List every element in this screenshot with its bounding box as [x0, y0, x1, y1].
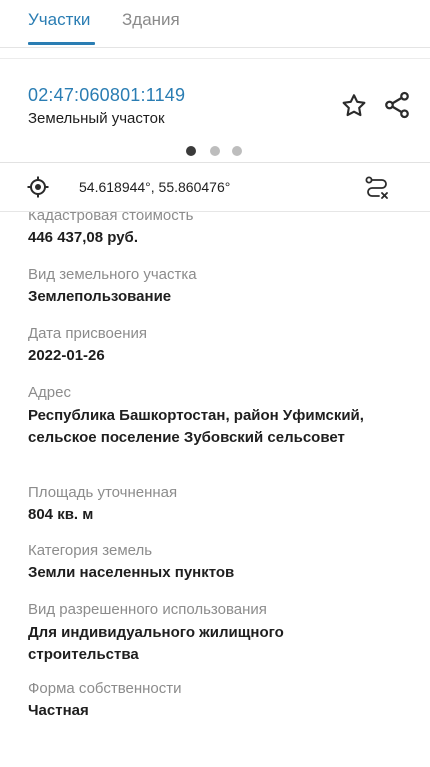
- property-value: Для индивидуального жилищного строительс…: [28, 624, 284, 663]
- object-type-label: Земельный участок: [28, 110, 165, 127]
- property-label: Форма собственности: [28, 680, 182, 697]
- property-value: 2022-01-26: [28, 347, 105, 364]
- cadastral-number-link[interactable]: 02:47:060801:1149: [28, 84, 185, 106]
- crosshair-icon[interactable]: [26, 175, 50, 199]
- pager-dot-active[interactable]: [186, 146, 196, 156]
- tab-parcels[interactable]: Участки: [28, 10, 90, 30]
- property-label: Вид земельного участка: [28, 266, 197, 283]
- property-value: Землепользование: [28, 288, 172, 305]
- route-icon[interactable]: [362, 173, 392, 203]
- property-value: Республика Башкортостан, район Уфимский,…: [28, 407, 364, 446]
- property-list: Кадастровая стоимость 446 437,08 руб. Ви…: [0, 212, 430, 767]
- property-area: Площадь уточненная 804 кв. м: [28, 483, 408, 525]
- property-cadastral-value: Кадастровая стоимость 446 437,08 руб.: [28, 212, 408, 248]
- card-top-edge: [0, 58, 430, 59]
- active-tab-indicator: [28, 42, 95, 45]
- tab-buildings[interactable]: Здания: [122, 10, 180, 30]
- property-label: Вид разрешенного использования: [28, 601, 267, 618]
- share-icon[interactable]: [382, 90, 412, 120]
- property-value: Земли населенных пунктов: [28, 564, 235, 581]
- property-land-category: Категория земель Земли населенных пункто…: [28, 541, 408, 583]
- coordinates-row: 54.618944°, 55.860476°: [0, 163, 430, 211]
- property-label: Дата присвоения: [28, 325, 147, 342]
- property-assignment-date: Дата присвоения 2022-01-26: [28, 324, 408, 366]
- property-address: Адрес Республика Башкортостан, район Уфи…: [28, 383, 408, 449]
- property-value: 446 437,08 руб.: [28, 229, 138, 246]
- tab-bar: Участки Здания: [0, 0, 430, 48]
- pager-dot[interactable]: [210, 146, 220, 156]
- star-outline-icon[interactable]: [340, 92, 368, 120]
- property-permitted-use: Вид разрешенного использования Для индив…: [28, 600, 408, 666]
- pager-dot[interactable]: [232, 146, 242, 156]
- tab-divider: [0, 47, 430, 48]
- property-ownership: Форма собственности Частная: [28, 679, 408, 721]
- property-label: Кадастровая стоимость: [28, 212, 194, 224]
- coordinates-text[interactable]: 54.618944°, 55.860476°: [79, 178, 230, 196]
- property-parcel-kind: Вид земельного участка Землепользование: [28, 265, 408, 307]
- property-label: Категория земель: [28, 542, 153, 559]
- property-value: Частная: [28, 702, 89, 719]
- property-label: Площадь уточненная: [28, 484, 178, 501]
- property-label: Адрес: [28, 384, 71, 401]
- property-value: 804 кв. м: [28, 506, 94, 523]
